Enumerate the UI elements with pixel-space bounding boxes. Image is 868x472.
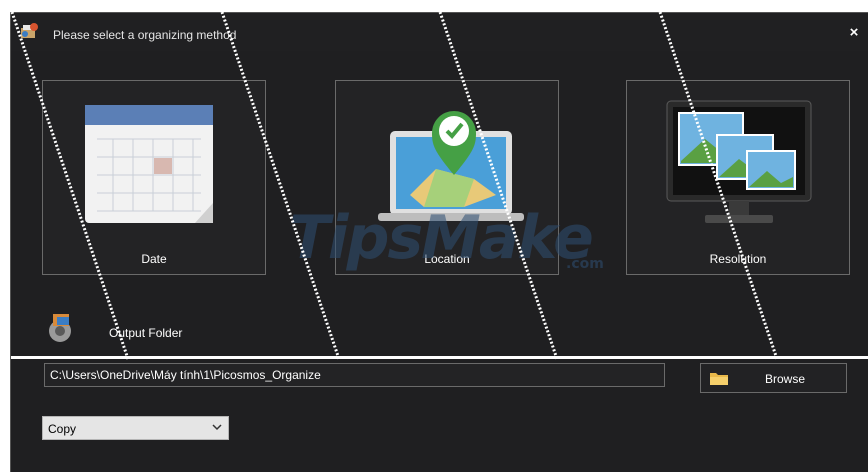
chevron-down-icon bbox=[212, 424, 222, 431]
organize-window: Please select a organizing method × Date… bbox=[10, 12, 868, 472]
close-button[interactable]: × bbox=[845, 24, 863, 42]
resolution-method-button[interactable]: Resolution bbox=[626, 80, 850, 275]
output-folder-label: Output Folder bbox=[109, 326, 183, 340]
date-method-button[interactable]: Date bbox=[42, 80, 266, 275]
output-path-field[interactable]: C:\Users\OneDrive\Máy tính\1\Picosmos_Or… bbox=[44, 363, 665, 387]
calendar-icon bbox=[85, 105, 213, 223]
date-label: Date bbox=[141, 252, 167, 266]
browse-button[interactable]: Browse bbox=[700, 363, 847, 393]
picosmos-icon bbox=[21, 23, 38, 38]
monitor-photos-icon bbox=[666, 100, 812, 223]
mode-select-value: Copy bbox=[48, 422, 77, 436]
mode-select[interactable]: Copy bbox=[42, 416, 229, 440]
watermark-suffix: .com bbox=[566, 256, 604, 272]
close-icon: × bbox=[849, 24, 859, 41]
watermark: TipsMake bbox=[289, 203, 594, 273]
browse-label: Browse bbox=[765, 372, 806, 386]
gears-icon bbox=[49, 314, 71, 342]
title-bar: Please select a organizing method × bbox=[11, 13, 868, 51]
window-title: Please select a organizing method bbox=[53, 28, 237, 42]
divider bbox=[11, 356, 868, 359]
resolution-label: Resolution bbox=[709, 252, 767, 266]
folder-icon bbox=[710, 373, 728, 385]
